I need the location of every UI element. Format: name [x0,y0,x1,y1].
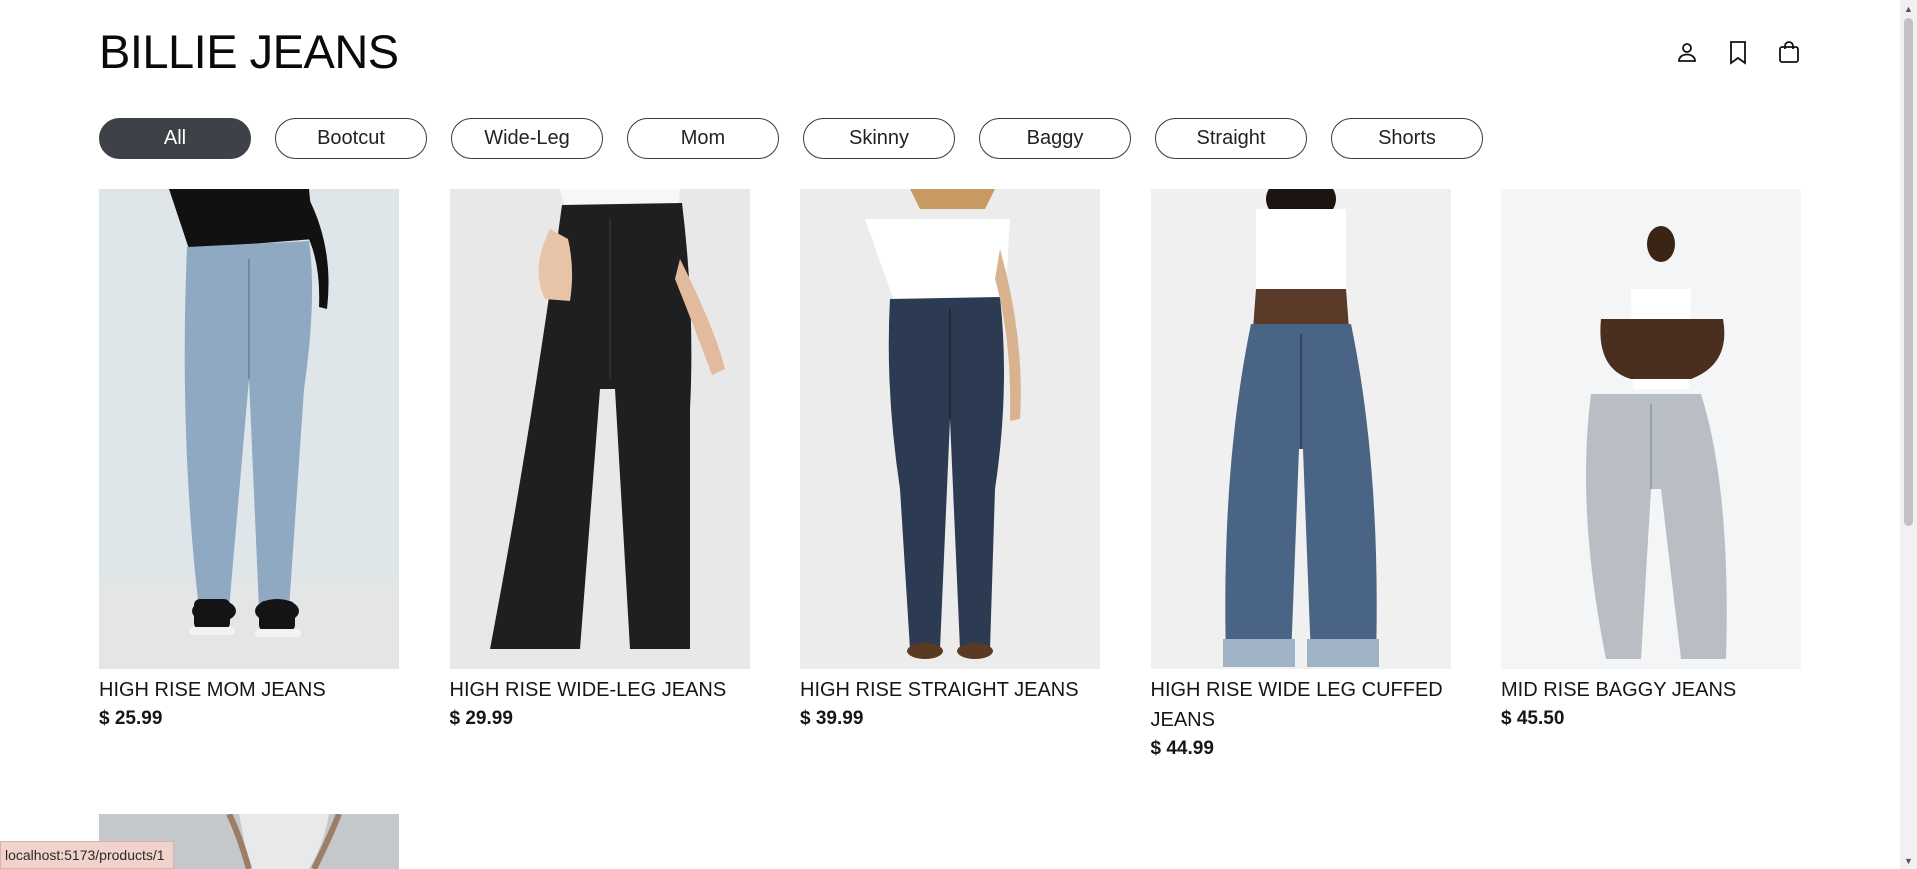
shopping-bag-icon[interactable] [1777,38,1801,66]
product-price: $ 39.99 [800,708,864,729]
brand-logo[interactable]: BILLIE JEANS [99,28,399,75]
product-card[interactable]: HIGH RISE MOM JEANS $ 25.99 [99,189,399,760]
product-card[interactable]: HIGH RISE WIDE LEG CUFFED JEANS $ 44.99 [1150,189,1451,760]
product-name[interactable]: HIGH RISE WIDE LEG CUFFED JEANS [1151,675,1451,735]
product-price: $ 25.99 [99,708,163,729]
header-actions [1675,38,1801,66]
jeans-illustration [865,189,1021,659]
scrollbar-thumb[interactable] [1904,18,1913,526]
product-image[interactable] [99,189,399,669]
jeans-illustration [1586,226,1727,659]
product-image[interactable] [1501,189,1801,669]
product-grid: HIGH RISE MOM JEANS $ 25.99 HIGH RISE WI… [99,189,1801,760]
status-bar-url: localhost:5173/products/1 [0,841,174,869]
product-name[interactable]: HIGH RISE STRAIGHT JEANS [800,675,1100,705]
product-price: $ 29.99 [449,708,513,729]
product-card[interactable]: HIGH RISE WIDE-LEG JEANS $ 29.99 [449,189,750,760]
filter-all[interactable]: All [99,118,251,159]
product-name[interactable]: MID RISE BAGGY JEANS [1501,675,1801,705]
filter-bootcut[interactable]: Bootcut [275,118,427,159]
product-image[interactable] [449,189,750,669]
jeans-illustration [99,189,399,669]
scroll-up-arrow-icon[interactable]: ▲ [1900,0,1917,17]
filter-mom[interactable]: Mom [627,118,779,159]
vertical-scrollbar[interactable]: ▲ ▼ [1900,0,1917,869]
filter-straight[interactable]: Straight [1155,118,1307,159]
site-header: BILLIE JEANS [99,24,1801,84]
user-icon[interactable] [1675,38,1699,66]
product-image[interactable] [1150,189,1451,669]
product-card[interactable]: MID RISE BAGGY JEANS $ 45.50 [1501,189,1801,760]
product-price: $ 44.99 [1150,738,1214,759]
filter-wide-leg[interactable]: Wide-Leg [451,118,603,159]
jeans-illustration [489,189,725,649]
product-image[interactable] [800,189,1100,669]
filter-baggy[interactable]: Baggy [979,118,1131,159]
scroll-down-arrow-icon[interactable]: ▼ [1900,852,1917,869]
category-filter-bar: All Bootcut Wide-Leg Mom Skinny Baggy St… [99,118,1483,159]
bookmark-icon[interactable] [1726,38,1750,66]
filter-skinny[interactable]: Skinny [803,118,955,159]
filter-shorts[interactable]: Shorts [1331,118,1483,159]
jeans-illustration [1222,189,1379,667]
product-card[interactable]: HIGH RISE STRAIGHT JEANS $ 39.99 [800,189,1100,760]
product-name[interactable]: HIGH RISE WIDE-LEG JEANS [450,675,750,705]
product-price: $ 45.50 [1501,708,1565,729]
product-name[interactable]: HIGH RISE MOM JEANS [99,675,399,705]
